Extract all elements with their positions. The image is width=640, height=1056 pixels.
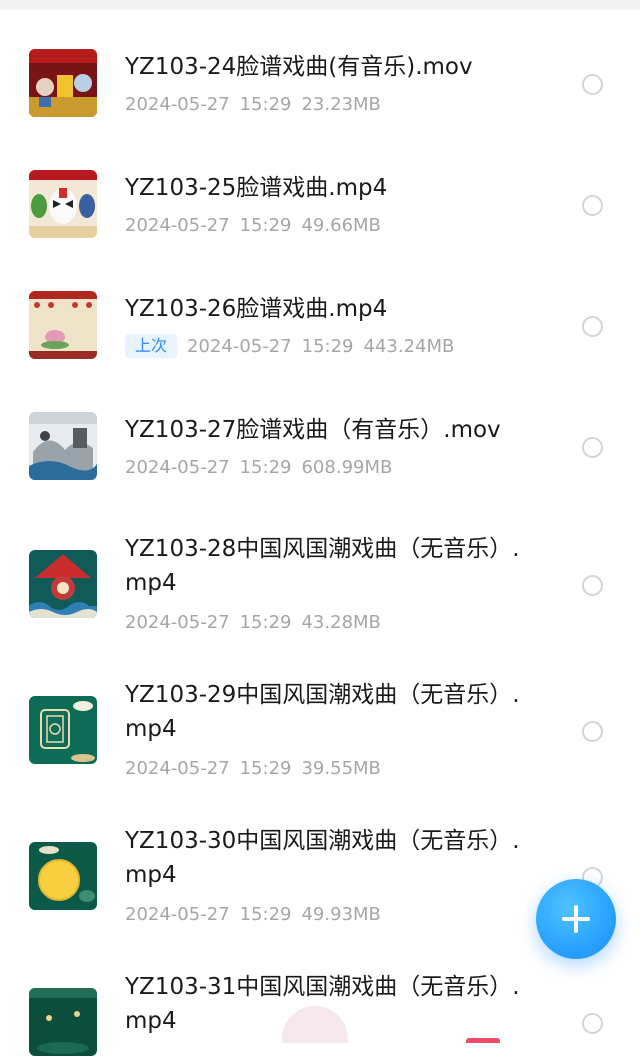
file-time: 15:29 <box>239 94 292 115</box>
bottom-tab-indicator <box>466 1038 500 1043</box>
file-name: YZ103-28中国风国潮戏曲（无音乐）.mp4 <box>125 536 520 596</box>
guochao-waves-icon <box>29 550 97 618</box>
file-name: YZ103-24脸谱戏曲(有音乐).mov <box>125 54 473 80</box>
file-time: 15:29 <box>239 904 292 925</box>
select-radio[interactable] <box>582 721 603 742</box>
file-size: 608.99MB <box>301 457 393 478</box>
file-name: YZ103-30中国风国潮戏曲（无音乐）.mp4 <box>125 828 520 888</box>
file-meta: 2024-05-27 15:29 39.55MB <box>125 756 391 782</box>
select-radio[interactable] <box>582 195 603 216</box>
file-size: 49.66MB <box>301 215 381 236</box>
file-meta: 2024-05-27 15:29 43.28MB <box>125 610 391 636</box>
select-radio[interactable] <box>582 575 603 596</box>
top-status-strip <box>0 0 640 10</box>
file-name: YZ103-29中国风国潮戏曲（无音乐）.mp4 <box>125 682 520 742</box>
green-window-icon <box>29 696 97 764</box>
opera-stage-icon <box>29 49 97 117</box>
file-size: 43.28MB <box>301 612 381 633</box>
file-meta: 上次 2024-05-27 15:29 443.24MB <box>125 334 464 360</box>
file-time: 15:29 <box>239 758 292 779</box>
file-date: 2024-05-27 <box>125 457 230 478</box>
opera-mask-icon <box>29 170 97 238</box>
select-radio[interactable] <box>582 437 603 458</box>
file-time: 15:29 <box>301 336 354 357</box>
file-meta: 2024-05-27 15:29 49.66MB <box>125 213 391 239</box>
file-size: 443.24MB <box>363 336 455 357</box>
file-name: YZ103-25脸谱戏曲.mp4 <box>125 175 388 201</box>
moon-icon <box>29 842 97 910</box>
file-name: YZ103-26脸谱戏曲.mp4 <box>125 296 388 322</box>
file-time: 15:29 <box>239 457 292 478</box>
file-size: 23.23MB <box>301 94 381 115</box>
ink-wash-icon <box>29 412 97 480</box>
last-played-badge: 上次 <box>125 334 178 358</box>
file-date: 2024-05-27 <box>125 758 230 779</box>
select-radio[interactable] <box>582 316 603 337</box>
file-size: 39.55MB <box>301 758 381 779</box>
plus-icon <box>562 905 590 933</box>
file-time: 15:29 <box>239 612 292 633</box>
file-meta: 2024-05-27 15:29 49.93MB <box>125 902 391 928</box>
file-meta: 2024-05-27 15:29 608.99MB <box>125 455 402 481</box>
file-size: 49.93MB <box>301 904 381 925</box>
lotus-stage-icon <box>29 291 97 359</box>
file-date: 2024-05-27 <box>187 336 292 357</box>
file-date: 2024-05-27 <box>125 94 230 115</box>
select-radio[interactable] <box>582 74 603 95</box>
file-time: 15:29 <box>239 215 292 236</box>
file-date: 2024-05-27 <box>125 904 230 925</box>
dark-green-icon <box>29 988 97 1056</box>
add-button[interactable] <box>536 879 616 959</box>
file-date: 2024-05-27 <box>125 612 230 633</box>
select-radio[interactable] <box>582 1013 603 1034</box>
file-date: 2024-05-27 <box>125 215 230 236</box>
file-name: YZ103-27脸谱戏曲（有音乐）.mov <box>125 417 501 443</box>
file-meta: 2024-05-27 15:29 23.23MB <box>125 92 391 118</box>
